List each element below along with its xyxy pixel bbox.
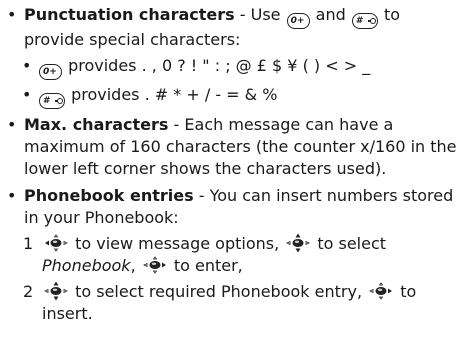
bullet: • (7, 115, 17, 134)
step1-text-a: to view message options, (70, 234, 285, 253)
bullet: • (22, 56, 32, 75)
phonebook-italic: Phonebook (42, 256, 131, 275)
punctuation-sub-2: • # provides . # * + / - = & % (4, 84, 458, 109)
step2-text-a: to select required Phonebook entry, (70, 282, 368, 301)
punctuation-text-a: - Use (234, 5, 286, 24)
bullet: • (22, 85, 32, 104)
phonebook-step-1: 1 to view message options, to select Pho… (4, 233, 458, 277)
page: • Punctuation characters - Use 0+ and # … (0, 0, 458, 338)
joystick-up-down-icon (285, 233, 311, 253)
step-number: 2 (23, 282, 34, 301)
step-number: 1 (23, 234, 34, 253)
step1-text-d: to enter, (168, 256, 243, 275)
sub2-text: provides . # * + / - = & % (66, 85, 278, 104)
step1-text-c: , (130, 256, 141, 275)
joystick-left-icon (43, 233, 69, 253)
max-chars-item: • Max. characters - Each message can hav… (4, 114, 458, 180)
joystick-right-icon (142, 255, 168, 275)
phonebook-step-2: 2 to select required Phonebook entry, to… (4, 281, 458, 325)
key-0-icon: 0+ (39, 64, 62, 80)
max-chars-title: Max. characters (24, 115, 169, 134)
key-hash-icon: # (39, 93, 65, 109)
phonebook-title: Phonebook entries (24, 186, 194, 205)
punctuation-title: Punctuation characters (24, 5, 235, 24)
punctuation-sub-1: • 0+ provides . , 0 ? ! " : ; @ £ $ ¥ ( … (4, 55, 458, 80)
bullet: • (7, 186, 17, 205)
joystick-up-down-icon (43, 281, 69, 301)
punctuation-text-b: and (310, 5, 351, 24)
punctuation-item: • Punctuation characters - Use 0+ and # … (4, 4, 458, 51)
bullet: • (7, 5, 17, 24)
phonebook-item: • Phonebook entries - You can insert num… (4, 185, 458, 229)
key-hash-icon: # (351, 13, 378, 29)
sub1-text: provides . , 0 ? ! " : ; @ £ $ ¥ ( ) < >… (63, 56, 371, 75)
step1-text-b: to select (312, 234, 387, 253)
joystick-right-icon (368, 281, 394, 301)
key-0-icon: 0+ (286, 13, 310, 29)
